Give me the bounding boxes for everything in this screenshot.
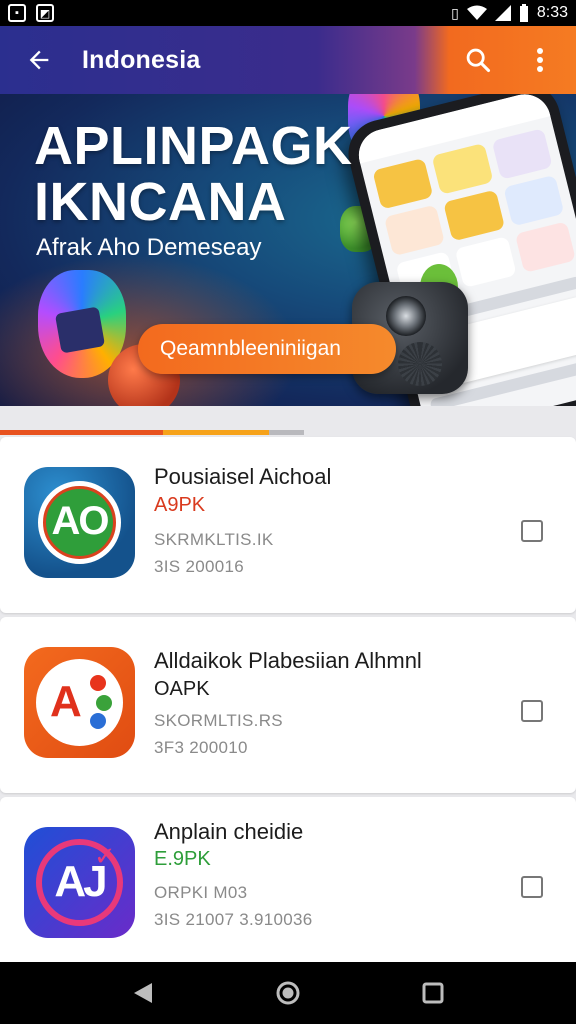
- status-time: 8:33: [536, 4, 568, 21]
- gallery-icon: ▪: [8, 4, 26, 22]
- hero-subtitle: Afrak Aho Demeseay: [36, 234, 262, 261]
- search-icon: [466, 48, 491, 73]
- carousel-progress: [0, 430, 304, 435]
- toolbar-actions: [456, 38, 562, 82]
- search-button[interactable]: [456, 38, 500, 82]
- back-button[interactable]: [16, 37, 62, 83]
- app-name: Anplain cheidie: [154, 819, 304, 844]
- system-nav-bar: [0, 962, 576, 1024]
- app-meta-primary: SKRMKLTIS.IK: [154, 530, 274, 549]
- nav-home-button[interactable]: [266, 971, 310, 1015]
- screen: ▪ ◩ ▯ 8:33 Indonesia APLINPAGK IKNCANA A…: [0, 0, 576, 1024]
- nav-home-icon: [276, 981, 300, 1005]
- nav-back-icon: [133, 983, 152, 1003]
- arrow-left-icon: [29, 50, 49, 70]
- hero-title-line1: APLINPAGK: [34, 116, 353, 176]
- more-vert-icon: [537, 48, 543, 72]
- app-name: Alldaikok Plabesiian Alhmnl: [154, 648, 422, 673]
- app-name: Pousiaisel Aichoal: [154, 464, 332, 489]
- app-meta-primary: SKORMLTIS.RS: [154, 711, 283, 730]
- status-right: ▯ 8:33: [451, 4, 568, 22]
- signal-icon: [494, 5, 511, 21]
- app-meta-primary: ORPKI M03: [154, 883, 248, 902]
- app-list-item[interactable]: AO Pousiaisel Aichoal A9PK SKRMKLTIS.IK …: [0, 437, 576, 613]
- app-notification-icon: ◩: [36, 4, 54, 22]
- wifi-icon: [466, 5, 487, 20]
- app-meta-secondary: 3IS 21007 3.910036: [154, 910, 313, 929]
- select-checkbox[interactable]: [521, 520, 543, 542]
- nav-recents-icon: [422, 982, 444, 1004]
- app-tag: OAPK: [154, 678, 210, 700]
- page-title: Indonesia: [82, 45, 201, 74]
- hero-cta-button[interactable]: Qeamnbleeniniigan: [138, 324, 396, 374]
- nav-recents-button[interactable]: [411, 971, 455, 1015]
- app-meta-secondary: 3F3 200010: [154, 738, 248, 757]
- ao-app-icon: AO: [24, 467, 135, 578]
- status-left: ▪ ◩: [8, 4, 54, 22]
- more-options-button[interactable]: [518, 38, 562, 82]
- app-meta-secondary: 3IS 200016: [154, 557, 244, 576]
- hero-title-line2: IKNCANA: [34, 172, 287, 232]
- hero-banner[interactable]: APLINPAGK IKNCANA Afrak Aho Demeseay Qea…: [0, 94, 576, 406]
- app-list-item[interactable]: AJ ✓ Anplain cheidie E.9PK ORPKI M03 3IS…: [0, 797, 576, 967]
- select-checkbox[interactable]: [521, 876, 543, 898]
- battery-icon: [519, 4, 528, 22]
- app-tag: E.9PK: [154, 848, 211, 870]
- select-checkbox[interactable]: [521, 700, 543, 722]
- progress-segment-secondary: [163, 430, 269, 435]
- app-tag: A9PK: [154, 494, 206, 516]
- vibrate-icon: ▯: [451, 4, 459, 21]
- nav-back-button[interactable]: [121, 971, 165, 1015]
- a-dots-app-icon: A: [24, 647, 135, 758]
- hero-title: APLINPAGK IKNCANA: [34, 118, 353, 230]
- progress-segment-primary: [0, 430, 163, 435]
- toolbar: Indonesia: [0, 26, 576, 94]
- status-bar: ▪ ◩ ▯ 8:33: [0, 0, 576, 26]
- aj-app-icon: AJ ✓: [24, 827, 135, 938]
- app-list-item[interactable]: A Alldaikok Plabesiian Alhmnl OAPK SKORM…: [0, 617, 576, 793]
